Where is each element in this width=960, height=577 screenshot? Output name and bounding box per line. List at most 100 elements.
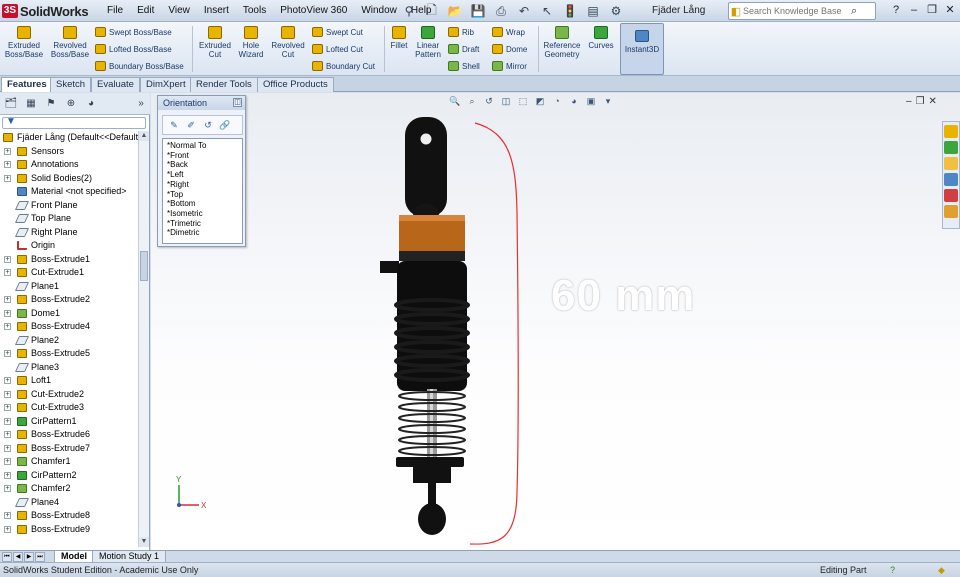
menu-insert[interactable]: Insert <box>197 4 236 18</box>
menu-view[interactable]: View <box>161 4 197 18</box>
tree-root-part[interactable]: Fjäder Lång (Default<<Default <box>0 131 138 145</box>
pin-icon[interactable]: ⚲ <box>398 2 420 20</box>
lofted-cut-button[interactable]: Lofted Cut <box>312 44 363 54</box>
search-box[interactable]: ◧ ⌕ <box>728 2 876 20</box>
extruded-cut-button[interactable]: Extruded Cut <box>196 26 234 59</box>
revolved-cut-button[interactable]: Revolved Cut <box>269 26 307 59</box>
tree-item[interactable]: + Dome1 <box>0 307 138 321</box>
tree-item[interactable]: + Loft1 <box>0 374 138 388</box>
restore-icon[interactable]: ❐ <box>924 2 940 18</box>
zoom-to-area-icon[interactable]: ⌕ <box>465 95 479 107</box>
link-view-icon[interactable]: 🔗 <box>218 119 232 131</box>
fillet-button[interactable]: Fillet <box>386 26 412 50</box>
boundary-cut-button[interactable]: Boundary Cut <box>312 61 375 71</box>
select-icon[interactable]: ↖ <box>536 2 558 20</box>
display-manager-tab-icon[interactable]: ◕ <box>83 96 99 111</box>
expand-toggle-icon[interactable]: + <box>4 471 11 479</box>
tree-item[interactable]: + Boss-Extrude1 <box>0 253 138 267</box>
revolved-boss-button[interactable]: Revolved Boss/Base <box>50 26 90 59</box>
expand-toggle-icon[interactable]: + <box>4 377 11 384</box>
menu-edit[interactable]: Edit <box>130 4 161 18</box>
close-icon[interactable]: ✕ <box>942 2 958 18</box>
tree-item[interactable]: + Boss-Extrude2 <box>0 293 138 307</box>
tree-item[interactable]: Plane2 <box>0 334 138 348</box>
tree-item[interactable]: + Cut-Extrude2 <box>0 388 138 402</box>
orientation-front[interactable]: *Front <box>167 151 238 161</box>
tab-sketch[interactable]: Sketch <box>50 77 92 92</box>
tree-item[interactable]: Plane1 <box>0 280 138 294</box>
expand-toggle-icon[interactable]: + <box>4 431 11 438</box>
feature-manager-tab-icon[interactable]: 🗂 <box>3 96 19 111</box>
custom-properties-icon[interactable] <box>944 205 958 218</box>
tree-item[interactable]: + Chamfer1 <box>0 455 138 469</box>
tree-item[interactable]: Origin <box>0 239 138 253</box>
tree-item[interactable]: Right Plane <box>0 226 138 240</box>
shell-button[interactable]: Shell <box>448 61 480 71</box>
wrap-button[interactable]: Wrap <box>492 27 525 37</box>
orientation-left[interactable]: *Left <box>167 170 238 180</box>
tree-item[interactable]: + Boss-Extrude8 <box>0 509 138 523</box>
tree-item[interactable]: + Boss-Extrude7 <box>0 442 138 456</box>
expand-toggle-icon[interactable]: + <box>4 309 11 317</box>
menu-photoview[interactable]: PhotoView 360 <box>273 4 354 18</box>
file-explorer-icon[interactable] <box>944 157 958 170</box>
tree-item[interactable]: Plane4 <box>0 496 138 510</box>
scroll-down-icon[interactable]: ▼ <box>139 537 149 547</box>
tree-item[interactable]: + Solid Bodies(2) <box>0 172 138 186</box>
tree-item[interactable]: Top Plane <box>0 212 138 226</box>
tree-item[interactable]: + CirPattern2 <box>0 469 138 483</box>
view-palette-icon[interactable] <box>944 173 958 186</box>
swept-boss-button[interactable]: Swept Boss/Base <box>95 27 172 37</box>
status-tag-icon[interactable]: ◆ <box>938 565 945 576</box>
solidworks-logo[interactable]: 3S SolidWorks <box>2 3 89 19</box>
menu-file[interactable]: File <box>100 4 130 18</box>
tree-scrollbar[interactable]: ▲ ▼ <box>138 131 149 547</box>
new-view-icon[interactable]: ✎ <box>167 119 181 131</box>
tab-evaluate[interactable]: Evaluate <box>91 77 140 92</box>
expand-toggle-icon[interactable]: + <box>4 323 11 330</box>
hide-show-items-icon[interactable]: ◔ <box>550 95 564 107</box>
tree-item[interactable]: + Sensors <box>0 145 138 159</box>
tab-features[interactable]: Features <box>1 77 53 92</box>
viewport-restore-icon[interactable]: ❐ <box>916 96 925 107</box>
expand-toggle-icon[interactable]: + <box>4 147 11 155</box>
reference-geometry-button[interactable]: Reference Geometry <box>540 26 584 59</box>
section-view-icon[interactable]: ◫ <box>499 95 513 107</box>
print-icon[interactable]: ⎙ <box>490 2 512 20</box>
search-input[interactable] <box>743 6 851 16</box>
scroll-thumb[interactable] <box>140 251 148 281</box>
orientation-top[interactable]: *Top <box>167 190 238 200</box>
expand-toggle-icon[interactable]: + <box>4 485 11 492</box>
extruded-boss-button[interactable]: Extruded Boss/Base <box>4 26 44 59</box>
dimxpert-manager-tab-icon[interactable]: ⊕ <box>63 96 79 111</box>
lofted-boss-button[interactable]: Lofted Boss/Base <box>95 44 172 54</box>
open-folder-icon[interactable]: 📂 <box>444 2 466 20</box>
expand-toggle-icon[interactable]: + <box>4 174 11 182</box>
tree-item[interactable]: + Boss-Extrude4 <box>0 320 138 334</box>
expand-toggle-icon[interactable]: + <box>4 525 11 533</box>
status-help-icon[interactable]: ? <box>890 565 895 575</box>
options-icon[interactable]: ⚙ <box>605 2 627 20</box>
zoom-to-fit-icon[interactable]: 🔍 <box>448 95 462 107</box>
scroll-up-icon[interactable]: ▲ <box>139 131 149 141</box>
tree-item[interactable]: + Cut-Extrude3 <box>0 401 138 415</box>
orientation-isometric[interactable]: *Isometric <box>167 209 238 219</box>
last-tab-icon[interactable]: ⏭ <box>35 552 45 562</box>
next-tab-icon[interactable]: ▶ <box>24 552 34 562</box>
expand-toggle-icon[interactable]: + <box>4 390 11 398</box>
tree-item[interactable]: + CirPattern1 <box>0 415 138 429</box>
curves-button[interactable]: Curves <box>586 26 616 50</box>
display-style-icon[interactable]: ◩ <box>533 95 547 107</box>
orientation-back[interactable]: *Back <box>167 160 238 170</box>
search-icon[interactable]: ⌕ <box>851 5 857 18</box>
dome-button[interactable]: Dome <box>492 44 527 54</box>
tree-item[interactable]: + Annotations <box>0 158 138 172</box>
linear-pattern-button[interactable]: Linear Pattern <box>412 26 444 59</box>
tree-item[interactable]: + Cut-Extrude1 <box>0 266 138 280</box>
tab-dimxpert[interactable]: DimXpert <box>140 77 192 92</box>
tab-office-products[interactable]: Office Products <box>257 77 334 92</box>
expand-toggle-icon[interactable]: + <box>4 269 11 276</box>
property-manager-tab-icon[interactable]: ▦ <box>23 96 39 111</box>
graphics-area[interactable]: 60 mm Y X <box>151 93 960 550</box>
menu-window[interactable]: Window <box>354 4 404 18</box>
